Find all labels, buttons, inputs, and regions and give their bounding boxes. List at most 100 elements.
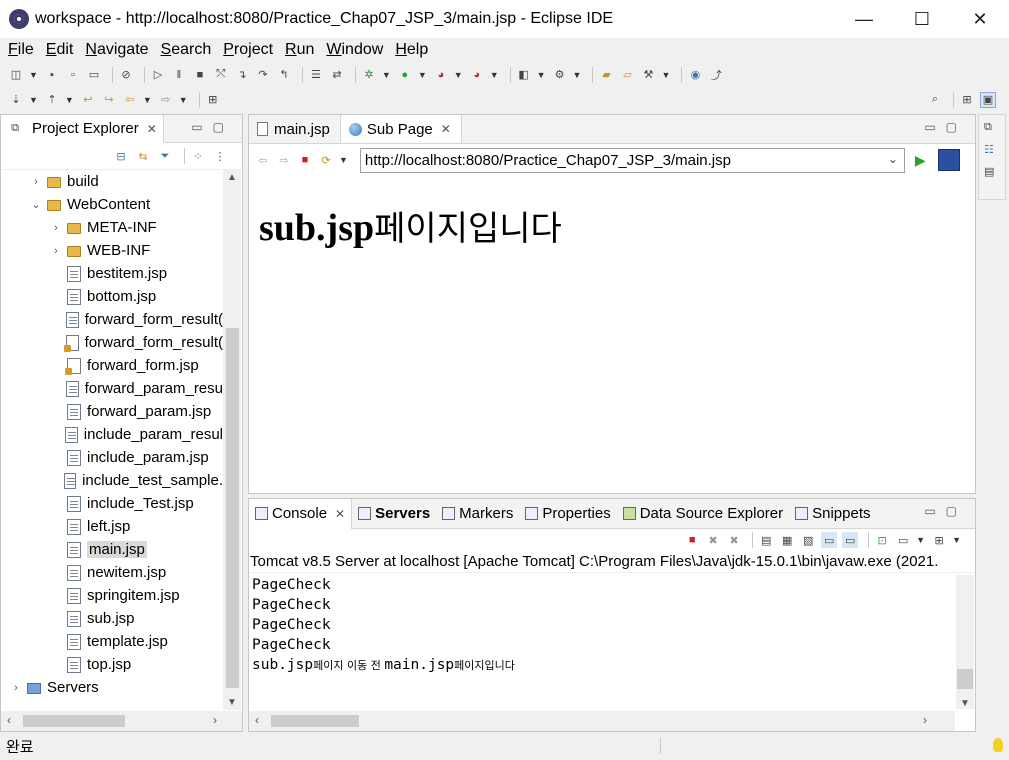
external-tools-icon[interactable]: ◕: [469, 67, 485, 83]
tree-item[interactable]: include_Test.jsp: [1, 492, 223, 515]
display-console-dropdown-icon[interactable]: ▼: [916, 535, 925, 545]
tab-snippets[interactable]: Snippets: [789, 499, 876, 529]
restore-icon[interactable]: ⧉: [984, 121, 1000, 137]
step-into-icon[interactable]: ↴: [234, 67, 250, 83]
pin-console-icon[interactable]: ⊡: [874, 532, 890, 548]
pin-editor-icon[interactable]: ⊞: [205, 92, 221, 108]
resume-icon[interactable]: ▷: [150, 67, 166, 83]
tree-item[interactable]: left.jsp: [1, 515, 223, 538]
close-tab-icon[interactable]: ✕: [335, 507, 345, 521]
scroll-down-icon[interactable]: ▼: [223, 697, 241, 708]
last-edit-icon[interactable]: ↩: [80, 92, 96, 108]
forward-dropdown-icon[interactable]: ▼: [179, 95, 188, 105]
tree-item[interactable]: forward_form.jsp: [1, 354, 223, 377]
tree-vertical-scrollbar[interactable]: ▲ ▼: [223, 170, 241, 710]
scroll-lock-icon[interactable]: ▦: [779, 532, 795, 548]
tab-servers[interactable]: Servers: [352, 499, 436, 529]
outline-icon[interactable]: ☷: [984, 143, 1000, 159]
minimize-maximize-icons[interactable]: ▭▢: [191, 120, 234, 134]
open-type-icon[interactable]: ☰: [308, 67, 324, 83]
collapsed-arrow-icon[interactable]: ›: [29, 176, 43, 188]
menu-help[interactable]: Help: [395, 41, 428, 59]
show-on-error-icon[interactable]: ▭: [842, 532, 859, 548]
go-icon[interactable]: ▶: [915, 152, 926, 169]
tree-item[interactable]: bestitem.jsp: [1, 262, 223, 285]
minimize-maximize-icons[interactable]: ▭▢: [924, 120, 967, 134]
url-input[interactable]: http://localhost:8080/Practice_Chap07_JS…: [359, 147, 905, 173]
run-icon[interactable]: ●: [397, 67, 413, 83]
run-dropdown-icon[interactable]: ▼: [418, 70, 427, 80]
collapsed-arrow-icon[interactable]: ›: [9, 682, 23, 694]
stop-icon[interactable]: ■: [297, 152, 313, 168]
tree-item[interactable]: template.jsp: [1, 630, 223, 653]
filter-icon[interactable]: ⏷: [157, 148, 173, 164]
refresh-icon[interactable]: ⟳: [318, 152, 334, 168]
collapse-all-icon[interactable]: ⊟: [113, 148, 129, 164]
tree-item[interactable]: forward_form_result(: [1, 331, 223, 354]
minimize-button[interactable]: —: [835, 0, 893, 38]
skip-breakpoints-icon[interactable]: ⊘: [118, 67, 134, 83]
scroll-thumb[interactable]: [226, 328, 239, 688]
close-tab-icon[interactable]: ✕: [441, 122, 451, 136]
tree-item[interactable]: ⌄ WebContent: [1, 193, 223, 216]
tab-console[interactable]: Console ✕: [249, 498, 353, 529]
tab-main-jsp[interactable]: main.jsp: [249, 115, 340, 143]
display-console-icon[interactable]: ▭: [895, 532, 911, 548]
tree-item[interactable]: include_test_sample.: [1, 469, 223, 492]
lightbulb-icon[interactable]: [993, 738, 1003, 752]
tree-item[interactable]: › Servers: [1, 676, 223, 699]
mark-icon[interactable]: ⇄: [329, 67, 345, 83]
show-on-output-icon[interactable]: ▭: [821, 532, 838, 548]
new-server-dropdown-icon[interactable]: ▼: [537, 70, 546, 80]
console-horizontal-scrollbar[interactable]: ‹ ›: [249, 711, 955, 731]
tree-item[interactable]: newitem.jsp: [1, 561, 223, 584]
back-icon[interactable]: ⇦: [122, 92, 138, 108]
disconnect-icon[interactable]: ⤲: [213, 67, 229, 83]
focus-icon[interactable]: ⁘: [190, 148, 206, 164]
forward-edit-icon[interactable]: ↪: [101, 92, 117, 108]
save-all-icon[interactable]: ▫: [65, 67, 81, 83]
close-button[interactable]: ✕: [951, 0, 1009, 38]
eclipse-browser-icon[interactable]: [937, 149, 960, 171]
new-web-service-icon[interactable]: ⚙: [552, 67, 568, 83]
build-icon[interactable]: ⚒: [640, 67, 656, 83]
tree-item[interactable]: springitem.jsp: [1, 584, 223, 607]
scroll-right-icon[interactable]: ›: [923, 713, 927, 727]
scroll-thumb[interactable]: [957, 669, 973, 689]
scroll-down-icon[interactable]: ▼: [956, 698, 974, 709]
debug-icon[interactable]: ✲: [361, 67, 377, 83]
next-annotation-dropdown-icon[interactable]: ▼: [29, 95, 38, 105]
tree-item[interactable]: forward_form_result(: [1, 308, 223, 331]
scroll-up-icon[interactable]: ▲: [223, 172, 241, 183]
chevron-down-icon[interactable]: ⌄: [888, 152, 898, 166]
maximize-button[interactable]: ☐: [893, 0, 951, 38]
open-console-icon[interactable]: ⊞: [931, 532, 947, 548]
menu-project[interactable]: Project: [223, 41, 273, 59]
web-browser-icon[interactable]: ◉: [687, 67, 703, 83]
new-server-icon[interactable]: ◧: [516, 67, 532, 83]
coverage-icon[interactable]: ◕: [433, 67, 449, 83]
tree-item[interactable]: bottom.jsp: [1, 285, 223, 308]
coverage-dropdown-icon[interactable]: ▼: [454, 70, 463, 80]
tree-item[interactable]: forward_param_resu: [1, 377, 223, 400]
terminate-icon[interactable]: ■: [684, 532, 700, 548]
suspend-icon[interactable]: ‖: [171, 67, 187, 83]
console-icon[interactable]: ▭: [86, 67, 102, 83]
menu-navigate[interactable]: Navigate: [85, 41, 148, 59]
launch-icon[interactable]: ⤴: [708, 67, 724, 83]
forward-icon[interactable]: ⇨: [158, 92, 174, 108]
menu-run[interactable]: Run: [285, 41, 314, 59]
tree-item[interactable]: › WEB-INF: [1, 239, 223, 262]
tree-item[interactable]: include_param_resul: [1, 423, 223, 446]
menu-search[interactable]: Search: [161, 41, 212, 59]
remove-all-icon[interactable]: ✖: [726, 532, 742, 548]
scroll-left-icon[interactable]: ‹: [7, 713, 11, 727]
close-tab-icon[interactable]: ✕: [147, 122, 157, 136]
save-icon[interactable]: ▪: [44, 67, 60, 83]
step-return-icon[interactable]: ↰: [276, 67, 292, 83]
web-service-dropdown-icon[interactable]: ▼: [573, 70, 582, 80]
tree-item[interactable]: main.jsp: [1, 538, 223, 561]
build-dropdown-icon[interactable]: ▼: [661, 70, 670, 80]
java-ee-perspective-icon[interactable]: ▣: [980, 91, 996, 108]
word-wrap-icon[interactable]: ▧: [800, 532, 816, 548]
